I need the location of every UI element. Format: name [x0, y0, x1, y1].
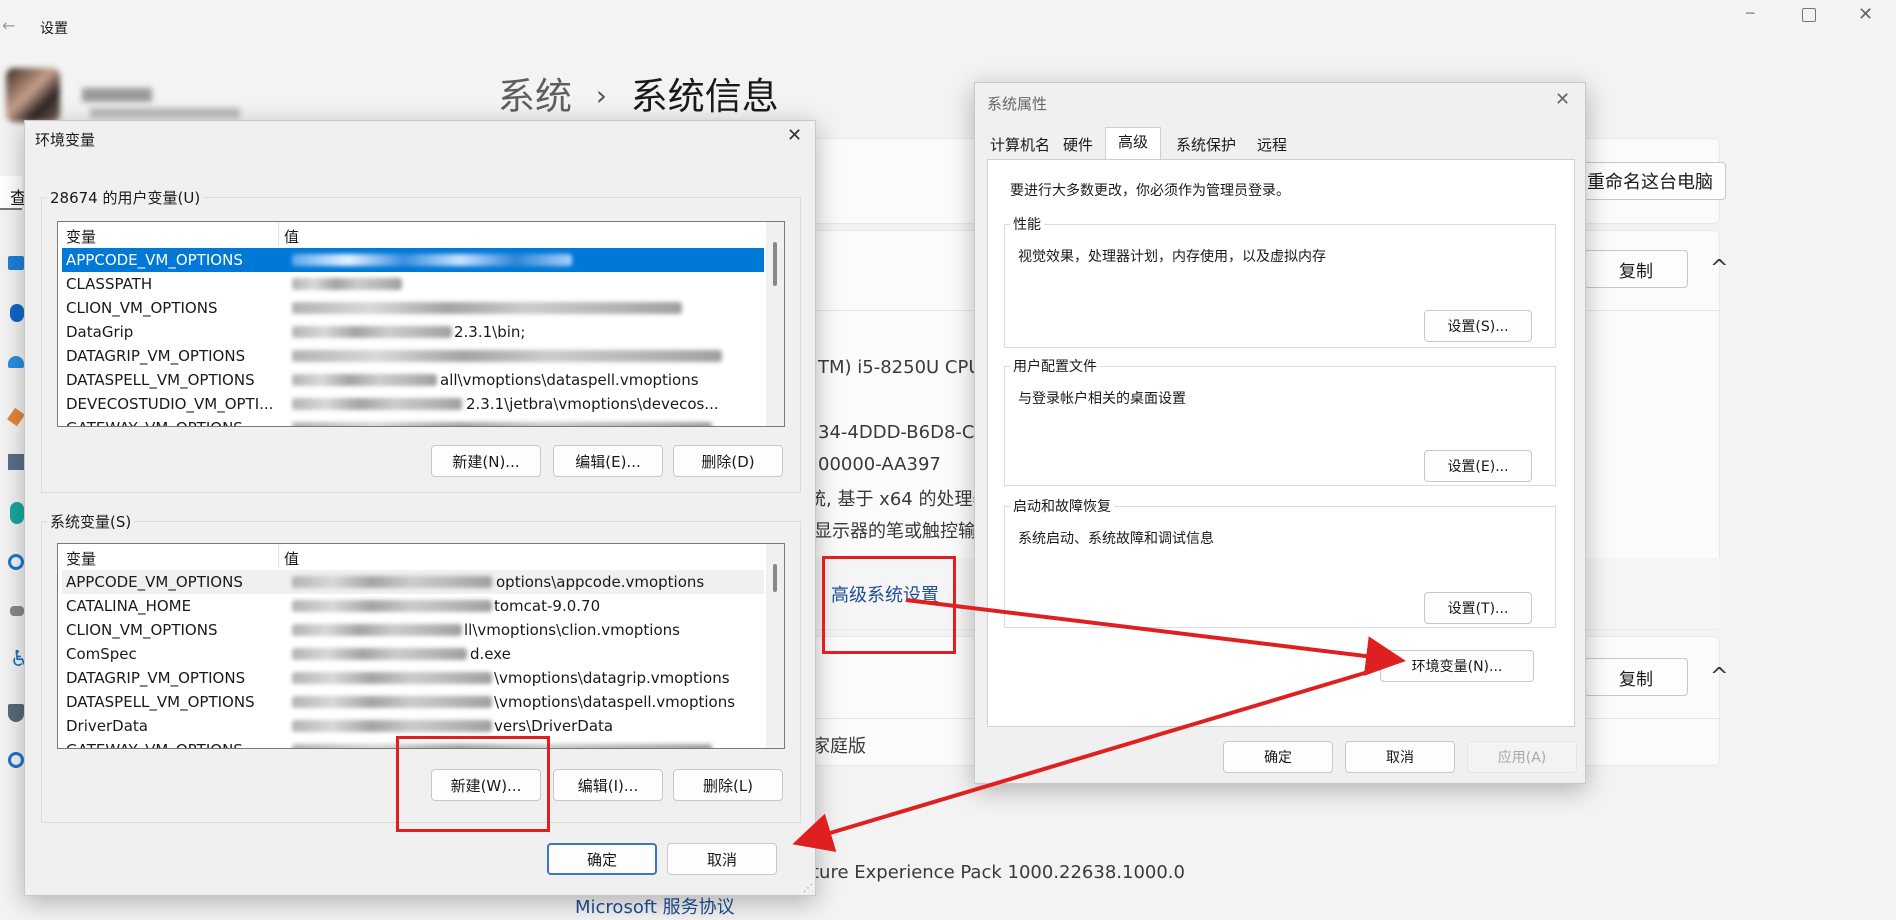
annotation-arrows [792, 598, 1406, 852]
arrow-to-env-dialog [792, 670, 1369, 852]
arrow-to-env-button [905, 598, 1406, 676]
